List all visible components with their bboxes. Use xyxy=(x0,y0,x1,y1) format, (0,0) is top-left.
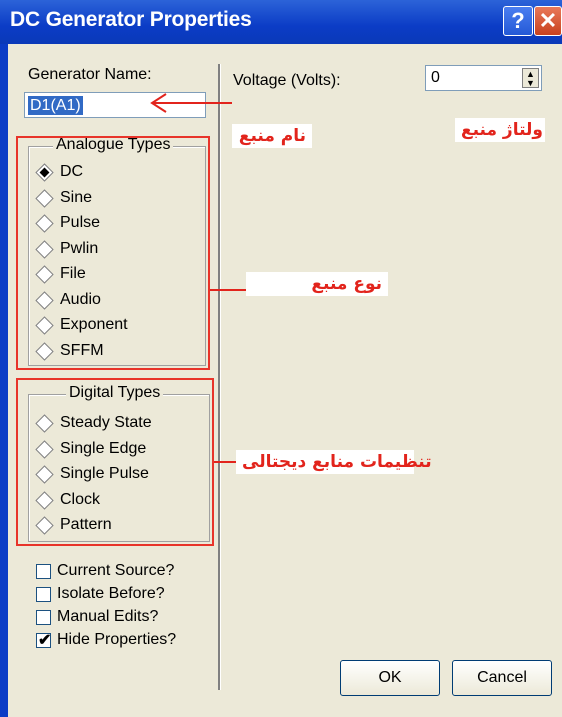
dc-generator-dialog: DC Generator Properties ? ✕ Generator Na… xyxy=(0,0,562,717)
annotation-arrows xyxy=(150,93,246,463)
annotation-digital-settings: تنظیمات منابع دیجتالی xyxy=(236,450,432,474)
annotation-source-type: نوع منبع xyxy=(246,272,388,296)
annotation-source-name: نام منبع xyxy=(232,124,312,148)
annotation-source-voltage: ولتاژ منبع xyxy=(455,118,545,142)
ok-button[interactable]: OK xyxy=(340,660,440,696)
cancel-button[interactable]: Cancel xyxy=(452,660,552,696)
